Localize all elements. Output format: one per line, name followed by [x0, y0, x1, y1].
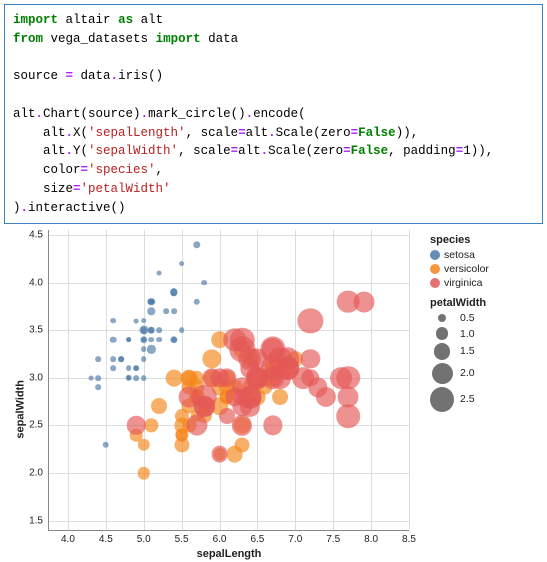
data-point[interactable] — [134, 318, 139, 323]
data-point[interactable] — [133, 366, 139, 372]
data-point[interactable] — [337, 404, 361, 428]
x-tick: 6.0 — [213, 534, 227, 545]
data-point[interactable] — [156, 271, 161, 276]
data-point[interactable] — [337, 366, 361, 390]
legend-color-item[interactable]: setosa — [430, 249, 489, 261]
data-point[interactable] — [126, 337, 132, 343]
data-point[interactable] — [111, 356, 117, 362]
y-tick: 3.5 — [29, 325, 43, 336]
data-point[interactable] — [202, 280, 208, 286]
data-point[interactable] — [186, 415, 207, 436]
data-point[interactable] — [179, 327, 185, 333]
data-point[interactable] — [103, 441, 110, 448]
data-point[interactable] — [111, 318, 117, 324]
y-tick: 2.0 — [29, 468, 43, 479]
data-point[interactable] — [166, 369, 183, 386]
data-point[interactable] — [223, 328, 247, 352]
data-point[interactable] — [118, 356, 124, 362]
data-point[interactable] — [234, 389, 251, 406]
x-tick: 7.5 — [326, 534, 340, 545]
data-point[interactable] — [137, 438, 150, 451]
x-tick: 8.0 — [364, 534, 378, 545]
x-tick: 5.0 — [137, 534, 151, 545]
data-point[interactable] — [193, 241, 200, 248]
data-point[interactable] — [141, 356, 147, 362]
data-point[interactable] — [88, 375, 93, 380]
data-point[interactable] — [301, 349, 320, 368]
x-tick: 4.0 — [61, 534, 75, 545]
legend-size-title: petalWidth — [430, 297, 489, 309]
x-axis-label: sepalLength — [197, 548, 262, 560]
code-cell[interactable]: import altair as alt from vega_datasets … — [4, 4, 543, 224]
data-point[interactable] — [95, 356, 101, 362]
data-point[interactable] — [272, 389, 288, 405]
chart-area: sepalLength sepalWidth 4.04.55.05.56.06.… — [4, 230, 543, 531]
legend-size-item[interactable]: 1.5 — [430, 343, 489, 360]
legend-color-item[interactable]: versicolor — [430, 263, 489, 275]
data-point[interactable] — [211, 446, 228, 463]
data-point[interactable] — [235, 437, 250, 452]
data-point[interactable] — [263, 416, 282, 435]
legend-size-item[interactable]: 2.5 — [430, 387, 489, 412]
legend-color-item[interactable]: virginica — [430, 277, 489, 289]
data-point[interactable] — [137, 467, 150, 480]
y-tick: 2.5 — [29, 420, 43, 431]
data-point[interactable] — [141, 346, 147, 352]
data-point[interactable] — [148, 327, 155, 334]
x-tick: 4.5 — [99, 534, 113, 545]
legend-size-item[interactable]: 0.5 — [430, 312, 489, 324]
data-point[interactable] — [111, 366, 117, 372]
data-point[interactable] — [247, 367, 268, 388]
data-point[interactable] — [148, 299, 154, 305]
data-point[interactable] — [151, 398, 167, 414]
data-point[interactable] — [171, 308, 177, 314]
y-tick: 3.0 — [29, 372, 43, 383]
data-point[interactable] — [127, 416, 145, 434]
data-point[interactable] — [148, 337, 154, 343]
data-point[interactable] — [232, 415, 252, 435]
data-point[interactable] — [302, 369, 320, 387]
data-point[interactable] — [141, 318, 147, 324]
data-point[interactable] — [164, 308, 170, 314]
y-tick: 1.5 — [29, 515, 43, 526]
legend-size-item[interactable]: 2.0 — [430, 363, 489, 384]
data-point[interactable] — [145, 419, 158, 432]
data-point[interactable] — [148, 307, 155, 314]
data-point[interactable] — [140, 336, 147, 343]
data-point[interactable] — [110, 336, 117, 343]
data-point[interactable] — [170, 336, 177, 343]
data-point[interactable] — [95, 385, 101, 391]
y-axis-label: sepalWidth — [15, 380, 27, 439]
y-tick: 4.0 — [29, 277, 43, 288]
data-point[interactable] — [133, 375, 139, 381]
x-tick: 8.5 — [402, 534, 416, 545]
data-point[interactable] — [156, 337, 162, 343]
data-point[interactable] — [170, 288, 177, 295]
data-point[interactable] — [141, 375, 147, 381]
data-point[interactable] — [194, 298, 201, 305]
legend-color-title: species — [430, 234, 489, 246]
x-tick: 5.5 — [175, 534, 189, 545]
data-point[interactable] — [95, 375, 101, 381]
data-point[interactable] — [125, 375, 132, 382]
legend-size-item[interactable]: 1.0 — [430, 327, 489, 340]
x-tick: 6.5 — [250, 534, 264, 545]
x-tick: 7.0 — [288, 534, 302, 545]
data-point[interactable] — [139, 326, 148, 335]
data-point[interactable] — [179, 261, 185, 267]
scatter-plot[interactable]: sepalLength sepalWidth 4.04.55.05.56.06.… — [48, 230, 409, 531]
data-point[interactable] — [353, 291, 374, 312]
y-tick: 4.5 — [29, 230, 43, 241]
data-point[interactable] — [147, 345, 155, 353]
data-point[interactable] — [156, 327, 162, 333]
data-point[interactable] — [126, 366, 132, 372]
data-point[interactable] — [194, 396, 214, 416]
legend: species setosa versicolor virginica petal… — [430, 234, 489, 415]
